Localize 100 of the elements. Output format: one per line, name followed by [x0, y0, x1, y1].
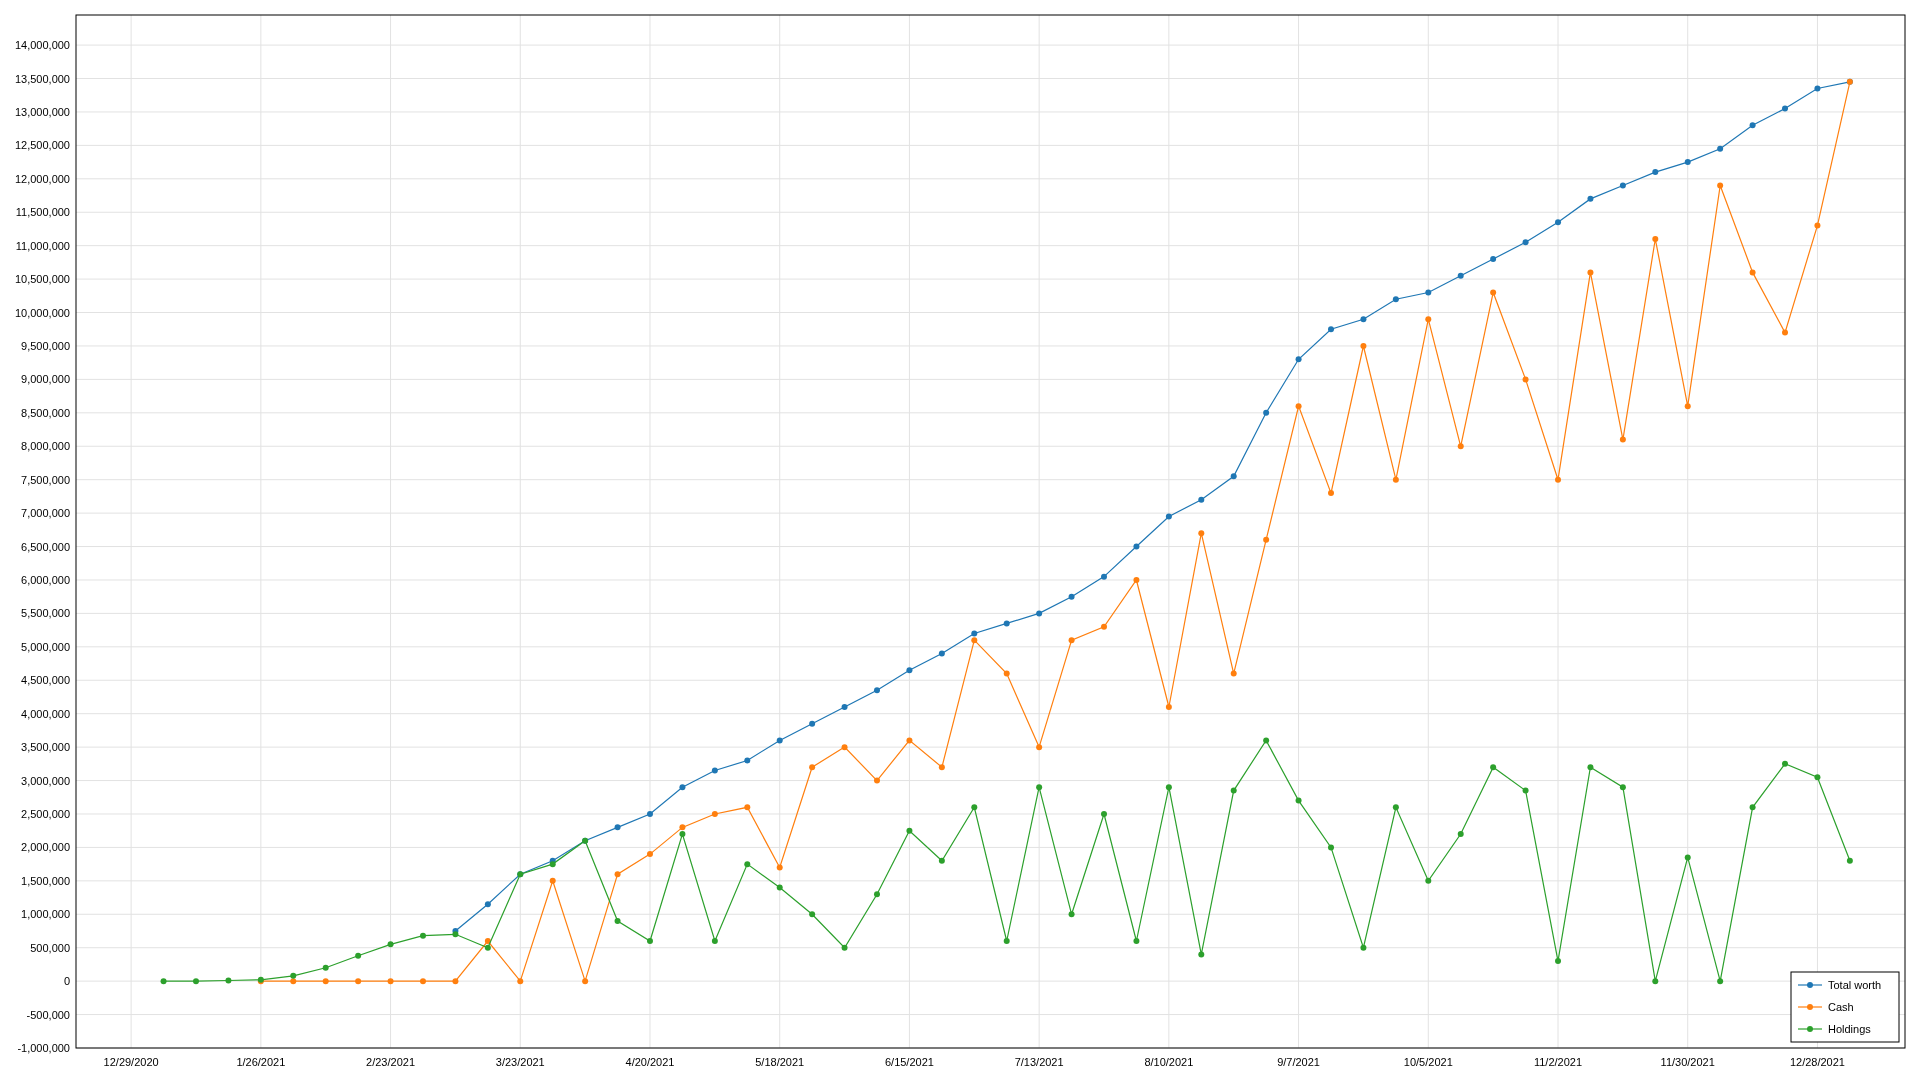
data-point: [452, 978, 459, 985]
data-point: [1360, 316, 1367, 323]
data-point: [582, 978, 589, 985]
data-point: [420, 978, 426, 985]
data-point: [322, 978, 329, 985]
data-point: [484, 901, 491, 908]
data-point: [711, 811, 718, 817]
y-axis-label: 4,000,000: [21, 707, 70, 720]
x-axis-label: 1/26/2021: [236, 1056, 286, 1068]
data-point: [809, 911, 816, 918]
legend-marker-icon: [1797, 1004, 1823, 1010]
data-point: [1165, 704, 1172, 710]
legend-marker-icon: [1797, 982, 1823, 988]
data-point: [1425, 877, 1432, 884]
y-axis-label: 5,000,000: [21, 640, 70, 653]
data-point: [1133, 938, 1140, 944]
data-point: [1003, 938, 1010, 944]
data-point: [1684, 159, 1691, 166]
data-point: [938, 650, 945, 657]
data-point: [1133, 543, 1140, 550]
data-point: [517, 978, 524, 985]
data-point: [1814, 222, 1821, 229]
data-point: [1652, 236, 1659, 242]
x-axis-label: 3/23/2021: [495, 1056, 545, 1068]
data-point: [906, 737, 913, 744]
data-point: [1814, 774, 1821, 781]
y-axis-label: 11,000,000: [15, 239, 70, 252]
data-point: [1749, 804, 1756, 811]
y-axis-label: 3,500,000: [21, 741, 70, 754]
x-axis-label: 7/13/2021: [1014, 1056, 1064, 1068]
x-axis-label: 4/20/2021: [625, 1056, 675, 1068]
data-point: [1101, 573, 1107, 580]
data-point: [1360, 342, 1367, 349]
data-point: [1490, 256, 1497, 263]
data-point: [874, 687, 880, 694]
data-point: [1165, 784, 1172, 791]
data-point: [647, 938, 653, 944]
data-point: [906, 827, 913, 834]
data-point: [1749, 122, 1756, 129]
data-point: [841, 944, 848, 951]
data-point: [1392, 804, 1399, 811]
data-point: [1749, 269, 1756, 276]
data-point: [1782, 329, 1788, 336]
y-axis-label: 10,500,000: [14, 273, 70, 286]
data-point: [809, 764, 816, 771]
data-point: [614, 824, 621, 831]
data-point: [1587, 764, 1594, 771]
data-point: [711, 767, 718, 774]
data-point: [776, 864, 783, 871]
data-point: [1619, 436, 1626, 443]
data-point: [1328, 326, 1334, 333]
data-point: [1684, 403, 1691, 410]
legend-label: Holdings: [1828, 1023, 1871, 1035]
y-axis-label: 5,500,000: [21, 607, 70, 620]
data-point: [1587, 269, 1594, 276]
data-point: [1457, 443, 1464, 450]
data-point: [1425, 289, 1432, 296]
data-point: [1587, 195, 1594, 202]
data-point: [1263, 536, 1270, 543]
data-point: [1036, 610, 1043, 617]
y-axis-label: 13,000,000: [14, 105, 70, 118]
data-point: [647, 811, 653, 817]
y-axis-label: 11,500,000: [15, 206, 70, 219]
data-point: [1036, 744, 1043, 751]
data-point: [1328, 490, 1334, 497]
data-point: [1457, 831, 1464, 838]
data-point: [1846, 857, 1853, 864]
y-axis-label: 4,500,000: [21, 674, 70, 687]
data-point: [1652, 978, 1659, 985]
data-point: [1101, 811, 1107, 817]
data-point: [906, 667, 913, 674]
data-point: [1522, 376, 1529, 383]
y-axis-label: 9,000,000: [21, 373, 70, 386]
data-point: [1003, 620, 1010, 627]
data-point: [841, 744, 848, 751]
x-axis-label: 5/18/2021: [755, 1056, 805, 1068]
data-point: [1555, 476, 1561, 483]
y-axis-label: 7,000,000: [21, 507, 70, 520]
data-point: [711, 938, 718, 944]
y-axis-label: 13,500,000: [14, 72, 70, 85]
x-axis-label: 9/7/2021: [1277, 1056, 1320, 1068]
x-axis-label: 12/28/2021: [1789, 1056, 1845, 1068]
x-axis-label: 11/30/2021: [1660, 1056, 1715, 1068]
y-axis-label: 6,500,000: [21, 540, 70, 553]
data-point: [193, 978, 199, 985]
data-point: [1198, 496, 1205, 503]
legend-label: Total worth: [1828, 979, 1882, 991]
data-point: [1036, 784, 1043, 791]
data-point: [1717, 978, 1724, 985]
data-point: [1619, 784, 1626, 791]
y-axis-label: 10,000,000: [14, 306, 70, 319]
data-point: [1133, 576, 1140, 583]
y-axis-label: 14,000,000: [14, 39, 70, 52]
data-point: [1295, 403, 1302, 410]
data-point: [874, 891, 880, 898]
data-point: [1360, 944, 1367, 951]
x-axis-label: 11/2/2021: [1533, 1056, 1583, 1068]
data-point: [1101, 623, 1107, 630]
data-point: [1263, 409, 1270, 416]
data-point: [549, 877, 556, 884]
